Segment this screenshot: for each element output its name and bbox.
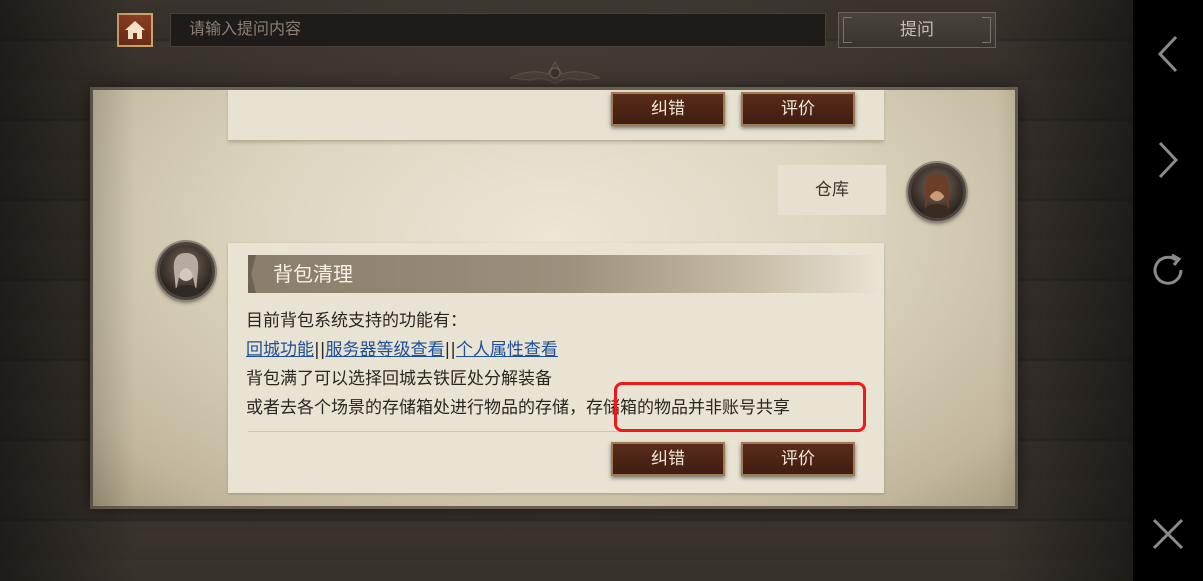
ask-button[interactable]: 提问: [838, 12, 996, 48]
answer-card: 背包清理 目前背包系统支持的功能有： 回城功能||服务器等级查看||个人属性查看…: [228, 243, 884, 493]
assistant-portrait-icon: [170, 253, 202, 297]
ornament-icon: [510, 61, 600, 85]
answer-links-line: 回城功能||服务器等级查看||个人属性查看: [246, 336, 790, 365]
chevron-left-icon: [1157, 35, 1178, 73]
rate-button[interactable]: 评价: [741, 442, 855, 476]
previous-answer-card: 纠错 评价: [228, 90, 884, 141]
side-navigation: [1133, 0, 1203, 581]
link-personal-attributes[interactable]: 个人属性查看: [456, 340, 558, 360]
back-button[interactable]: [1146, 32, 1190, 76]
correct-button[interactable]: 纠错: [611, 442, 725, 476]
forward-button[interactable]: [1146, 138, 1190, 182]
link-separator: ||: [314, 340, 326, 360]
user-avatar: [908, 163, 966, 221]
home-button[interactable]: [117, 13, 153, 47]
answer-line-4a: 或者去各个场景的存储箱处进行物品的存储，: [246, 398, 586, 418]
close-icon: [1152, 518, 1184, 550]
link-return-city[interactable]: 回城功能: [246, 340, 314, 360]
rate-button-previous[interactable]: 评价: [741, 92, 855, 126]
highlight-annotation: [614, 382, 866, 432]
female-portrait-icon: [921, 174, 953, 218]
link-server-level[interactable]: 服务器等级查看: [325, 340, 444, 360]
link-separator: ||: [444, 340, 456, 360]
game-scene: 提问 纠错 评价 仓库 背包清理 目前: [0, 0, 1133, 581]
home-icon: [125, 21, 145, 39]
correct-button-previous[interactable]: 纠错: [611, 92, 725, 126]
refresh-button[interactable]: [1146, 248, 1190, 292]
answer-title: 背包清理: [248, 255, 880, 293]
chat-panel[interactable]: 纠错 评价 仓库 背包清理 目前背包系统支持的功能有： 回城功能||服务器等级查…: [93, 90, 1015, 506]
user-message-bubble: 仓库: [778, 165, 886, 215]
assistant-avatar: [157, 242, 215, 300]
close-button[interactable]: [1146, 512, 1190, 556]
chevron-right-icon: [1158, 141, 1179, 179]
refresh-icon: [1153, 253, 1183, 285]
search-input[interactable]: [170, 13, 826, 47]
answer-line-1: 目前背包系统支持的功能有：: [246, 311, 467, 331]
